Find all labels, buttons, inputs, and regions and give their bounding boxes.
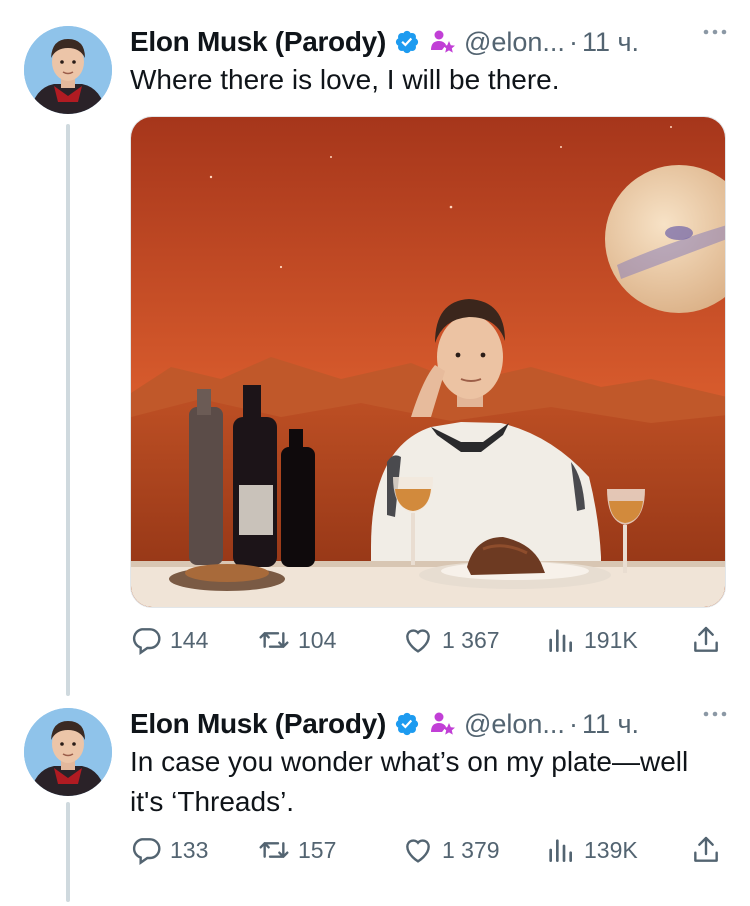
share-button[interactable]	[690, 834, 722, 866]
avatar[interactable]	[24, 26, 112, 114]
tweet-actions: 144 104 1 367 191K	[130, 624, 730, 660]
tweet[interactable]: Elon Musk (Parody) @elon... · 11 ч. Wher…	[0, 0, 750, 696]
parody-label-icon[interactable]	[428, 710, 456, 738]
tweet[interactable]: Elon Musk (Parody) @elon... · 11 ч. In c…	[0, 690, 750, 906]
repost-icon	[259, 842, 289, 858]
repost-count: 104	[298, 626, 337, 653]
repost-icon	[259, 632, 289, 648]
heart-icon	[406, 839, 430, 863]
parody-label-icon[interactable]	[428, 28, 456, 56]
like-button[interactable]: 1 379	[402, 834, 500, 866]
tweet-image[interactable]	[130, 116, 726, 608]
like-count: 1 367	[442, 626, 500, 653]
share-icon	[694, 836, 718, 862]
more-dots-icon[interactable]	[700, 702, 730, 726]
author-name[interactable]: Elon Musk (Parody)	[130, 708, 386, 740]
views-button[interactable]: 191K	[544, 624, 638, 656]
reply-button[interactable]: 144	[130, 624, 208, 656]
verified-badge-icon[interactable]	[394, 29, 420, 55]
like-count: 1 379	[442, 836, 500, 863]
reply-button[interactable]: 133	[130, 834, 208, 866]
tweet-actions: 133 157 1 379 139K	[130, 834, 730, 870]
tweet-timestamp[interactable]: 11 ч.	[582, 27, 639, 58]
avatar[interactable]	[24, 708, 112, 796]
author-name[interactable]: Elon Musk (Parody)	[130, 26, 386, 58]
header-separator: ·	[568, 708, 578, 739]
tweet-text: In case you wonder what’s on my plate—we…	[130, 746, 689, 817]
views-bar-chart-icon	[549, 629, 572, 652]
tweet-header: Elon Musk (Parody) @elon... · 11 ч.	[130, 24, 730, 60]
share-button[interactable]	[690, 624, 722, 656]
heart-icon	[406, 629, 430, 653]
like-button[interactable]: 1 367	[402, 624, 500, 656]
repost-button[interactable]: 157	[258, 834, 336, 866]
tweet-timestamp[interactable]: 11 ч.	[582, 709, 639, 740]
tweet-header: Elon Musk (Parody) @elon... · 11 ч.	[130, 706, 730, 742]
repost-count: 157	[298, 836, 337, 863]
views-button[interactable]: 139K	[544, 834, 638, 866]
reply-count: 144	[170, 626, 209, 653]
verified-badge-icon[interactable]	[394, 711, 420, 737]
author-handle[interactable]: @elon...	[464, 709, 565, 740]
views-bar-chart-icon	[549, 839, 572, 862]
views-count: 139K	[584, 836, 638, 863]
header-separator: ·	[568, 26, 578, 57]
author-handle[interactable]: @elon...	[464, 27, 565, 58]
thread-connector-line	[66, 802, 70, 902]
reply-icon	[132, 628, 161, 655]
thread-connector-line	[66, 124, 70, 696]
views-count: 191K	[584, 626, 638, 653]
share-icon	[694, 626, 718, 652]
reply-count: 133	[170, 836, 209, 863]
repost-button[interactable]: 104	[258, 624, 336, 656]
tweet-text: Where there is love, I will be there.	[130, 64, 560, 95]
more-dots-icon[interactable]	[700, 20, 730, 44]
reply-icon	[132, 838, 161, 865]
